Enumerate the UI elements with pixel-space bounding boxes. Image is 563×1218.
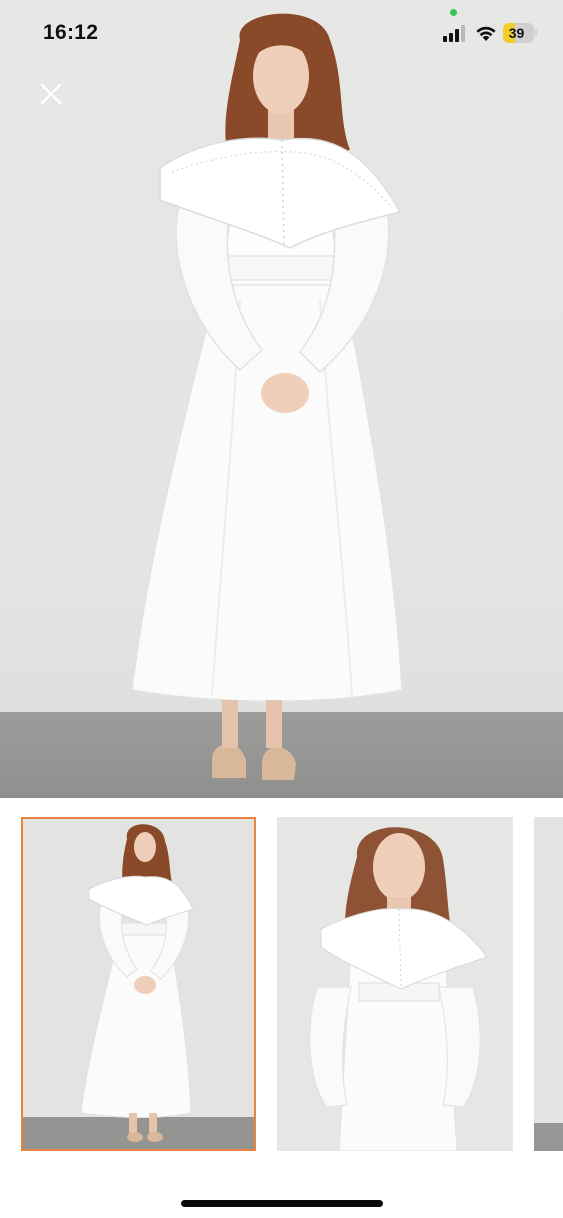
- thumbnail-2[interactable]: [277, 817, 513, 1151]
- status-bar: 16:12 39: [0, 0, 563, 66]
- thumbnail-image-partial: [534, 817, 563, 1151]
- thumbnail-image-full-length: [23, 819, 254, 1149]
- status-time: 16:12: [43, 21, 99, 44]
- privacy-indicator-dot: [450, 9, 457, 16]
- main-product-image[interactable]: [0, 0, 563, 798]
- thumbnail-image-upper-body: [277, 817, 513, 1151]
- thumbnail-1-selected[interactable]: [21, 817, 256, 1151]
- thumbnail-3-partial[interactable]: [534, 817, 563, 1151]
- cellular-signal-icon: [443, 25, 469, 42]
- model-figure: [131, 13, 403, 780]
- close-icon[interactable]: [34, 78, 68, 112]
- battery-icon: 39: [503, 23, 537, 43]
- wifi-icon: [476, 26, 496, 41]
- battery-percentage: 39: [508, 25, 525, 41]
- home-indicator[interactable]: [181, 1200, 383, 1207]
